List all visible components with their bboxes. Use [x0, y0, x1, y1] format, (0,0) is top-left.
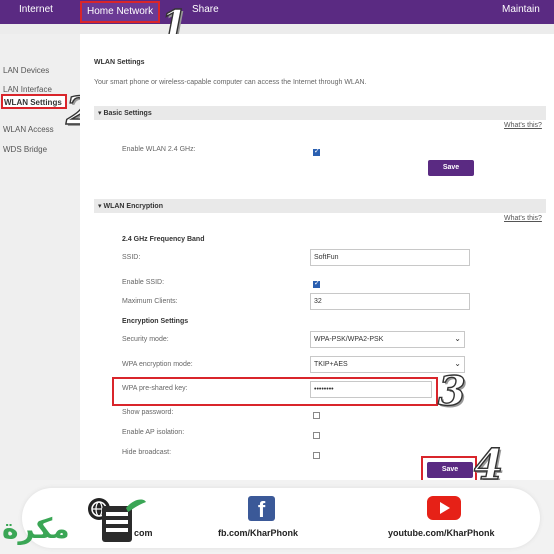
max-clients-label: Maximum Clients:	[122, 298, 178, 305]
wlan-encryption-title: ▾ WLAN Encryption	[98, 203, 163, 210]
enable-wlan-label: Enable WLAN 2.4 GHz:	[122, 146, 196, 153]
max-clients-input[interactable]: 32	[310, 293, 470, 310]
nav-home-network[interactable]: Home Network	[80, 1, 161, 23]
ssid-input[interactable]: SoftFun	[310, 249, 470, 266]
top-navigation: Internet Home Network Share Maintain	[0, 0, 554, 24]
whats-this-link-basic[interactable]: What's this?	[504, 122, 542, 129]
nav-internet[interactable]: Internet	[19, 4, 53, 15]
save-button-basic[interactable]: Save	[428, 160, 474, 176]
nav-underline	[0, 24, 554, 34]
security-mode-value: WPA-PSK/WPA2-PSK	[314, 336, 384, 343]
encryption-settings-label: Encryption Settings	[122, 318, 189, 325]
chevron-down-icon: ⌄	[454, 334, 461, 343]
main-content: WLAN Settings Your smart phone or wirele…	[80, 34, 554, 484]
facebook-icon: f	[248, 496, 275, 522]
ssid-label: SSID:	[122, 254, 141, 261]
wlan-encryption-header[interactable]: ▾ WLAN Encryption	[94, 199, 546, 213]
basic-settings-title: ▾ Basic Settings	[98, 110, 152, 117]
facebook-label[interactable]: fb.com/KharPhonk	[218, 528, 298, 538]
ap-isolation-checkbox[interactable]	[313, 432, 320, 439]
show-password-checkbox[interactable]	[313, 412, 320, 419]
wpa-encryption-mode-value: TKIP+AES	[314, 361, 348, 368]
enable-ssid-checkbox[interactable]	[313, 279, 320, 288]
security-mode-select[interactable]: WPA-PSK/WPA2-PSK ⌄	[310, 331, 465, 348]
security-mode-label: Security mode:	[122, 336, 169, 343]
annotation-number-3: 3	[437, 367, 466, 415]
page-description: Your smart phone or wireless-capable com…	[94, 79, 367, 86]
save-button-encryption[interactable]: Save	[427, 462, 473, 478]
show-password-label: Show password:	[122, 409, 174, 416]
wpa-encryption-mode-label: WPA encryption mode:	[122, 361, 193, 368]
psk-label: WPA pre-shared key:	[122, 385, 188, 392]
youtube-label[interactable]: youtube.com/KharPhonk	[388, 528, 495, 538]
whats-this-link-encryption[interactable]: What's this?	[504, 215, 542, 222]
enable-wlan-checkbox[interactable]	[313, 147, 320, 156]
nav-maintain[interactable]: Maintain	[502, 4, 540, 15]
sidebar-item-lan-devices[interactable]: LAN Devices	[3, 66, 49, 75]
logo-text: مكرة	[2, 512, 70, 545]
ap-isolation-label: Enable AP isolation:	[122, 429, 185, 436]
sidebar-item-wlan-settings[interactable]: WLAN Settings	[1, 94, 67, 109]
frequency-band-label: 2.4 GHz Frequency Band	[122, 236, 205, 243]
youtube-icon	[427, 496, 461, 520]
chevron-down-icon: ⌄	[454, 359, 461, 368]
enable-ssid-label: Enable SSID:	[122, 279, 165, 286]
page-title: WLAN Settings	[94, 59, 145, 66]
site-logo: مكرة	[2, 499, 146, 545]
psk-input[interactable]: ••••••••	[310, 381, 432, 398]
nav-share[interactable]: Share	[192, 4, 219, 15]
sidebar-item-wlan-access[interactable]: WLAN Access	[3, 125, 54, 134]
hide-broadcast-label: Hide broadcast:	[122, 449, 172, 456]
sidebar-item-wds-bridge[interactable]: WDS Bridge	[3, 145, 47, 154]
basic-settings-header[interactable]: ▾ Basic Settings	[94, 106, 546, 120]
sidebar-item-lan-interface[interactable]: LAN Interface	[3, 85, 52, 94]
hide-broadcast-checkbox[interactable]	[313, 452, 320, 459]
